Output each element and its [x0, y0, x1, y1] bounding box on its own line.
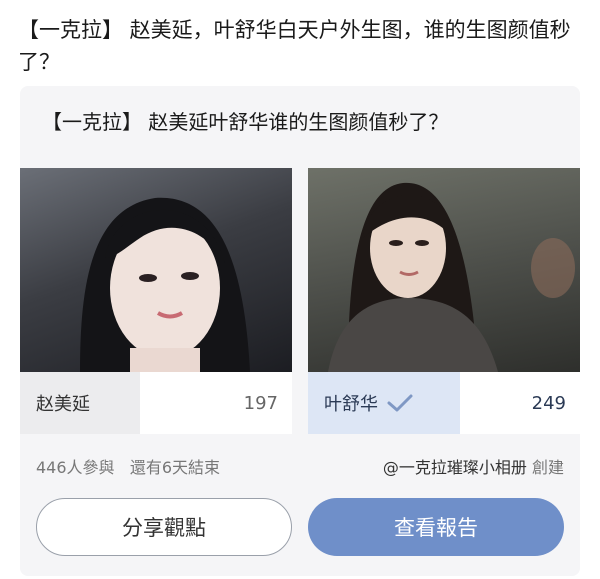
share-opinion-button[interactable]: 分享觀點: [36, 498, 292, 556]
participant-count: 446人參與: [36, 458, 115, 477]
option-name-selected: 叶舒华: [308, 372, 460, 434]
checkmark-icon: [387, 394, 413, 412]
poll-stats: 446人參與 還有6天結束: [36, 454, 220, 478]
poll-option-right[interactable]: 叶舒华 249: [308, 372, 580, 434]
option-photo-left[interactable]: [20, 168, 292, 372]
time-remaining: 還有6天結束: [129, 458, 220, 477]
creator-link[interactable]: @一克拉璀璨小相册: [383, 458, 527, 477]
poll-card: 【一克拉】 赵美延叶舒华谁的生图颜值秒了？ 赵美延 197 叶舒华 249 44…: [20, 86, 580, 576]
option-name: 赵美延: [20, 372, 140, 434]
portrait-image: [80, 197, 250, 372]
option-name-label: 叶舒华: [324, 394, 378, 415]
creator-suffix: 創建: [531, 458, 564, 477]
option-vote-count: 197: [243, 392, 278, 414]
option-photo-right[interactable]: [308, 168, 580, 372]
poll-title: 【一克拉】 赵美延叶舒华谁的生图颜值秒了？: [42, 110, 449, 134]
option-vote-count: 249: [531, 392, 566, 414]
view-report-button[interactable]: 查看報告: [308, 498, 564, 556]
poll-option-left[interactable]: 赵美延 197: [20, 372, 292, 434]
post-title: 【一克拉】 赵美延，叶舒华白天户外生图，谁的生图颜值秒了？: [18, 18, 571, 74]
portrait-image: [328, 182, 575, 372]
poll-creator: @一克拉璀璨小相册 創建: [383, 454, 564, 478]
